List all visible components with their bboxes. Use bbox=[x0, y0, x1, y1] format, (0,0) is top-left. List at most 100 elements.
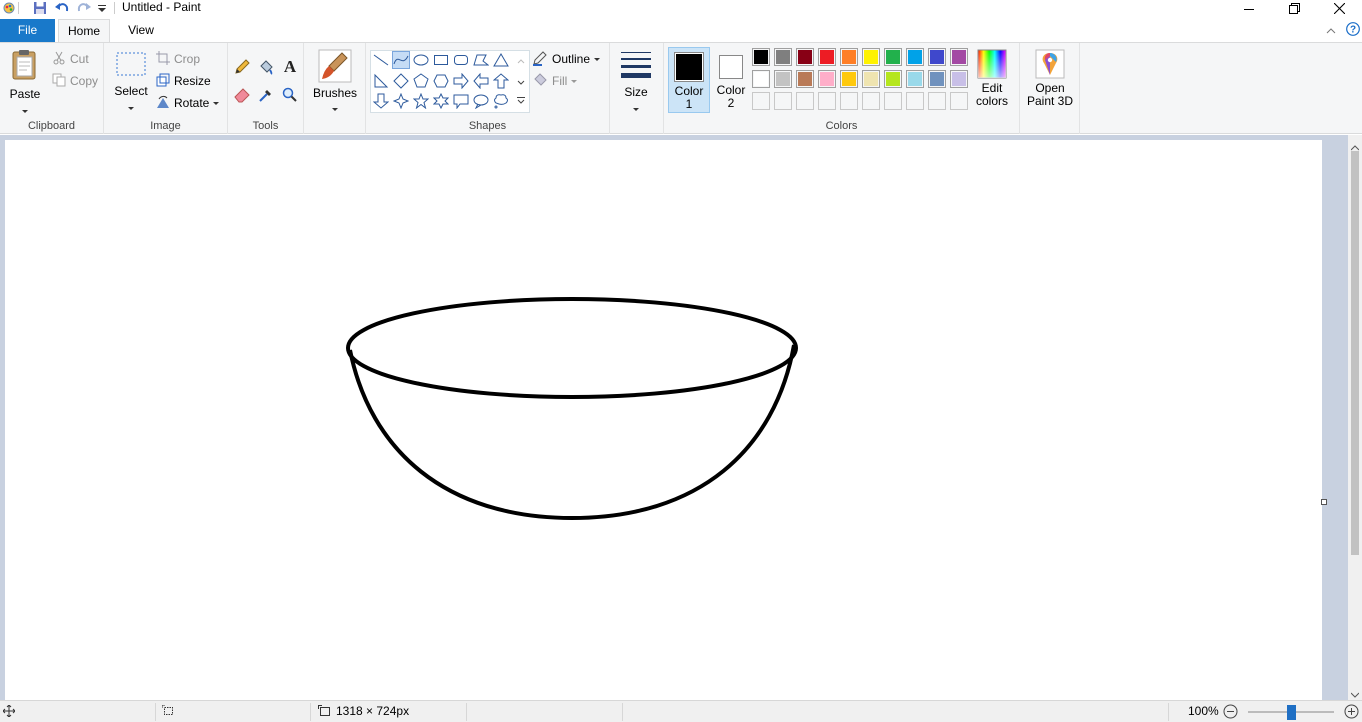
redo-icon[interactable] bbox=[76, 0, 92, 16]
tab-home[interactable]: Home bbox=[58, 19, 110, 42]
palette-swatch[interactable] bbox=[884, 70, 902, 88]
shape-triangle-icon[interactable] bbox=[492, 51, 510, 69]
help-icon[interactable]: ? bbox=[1346, 22, 1360, 39]
cut-button[interactable]: Cut bbox=[52, 50, 89, 68]
shape-line-icon[interactable] bbox=[372, 51, 390, 69]
fill-bucket-icon[interactable] bbox=[258, 59, 274, 78]
custom-color-slot[interactable] bbox=[818, 92, 836, 110]
size-dropdown-icon[interactable] bbox=[618, 101, 654, 114]
shape-pentagon-icon[interactable] bbox=[412, 72, 430, 90]
select-button[interactable]: Select bbox=[112, 51, 150, 113]
color2-button[interactable]: Color 2 bbox=[712, 47, 750, 113]
paint-app-icon[interactable] bbox=[2, 0, 16, 16]
color-picker-icon[interactable] bbox=[258, 87, 274, 106]
save-icon[interactable] bbox=[33, 0, 47, 16]
resize-button[interactable]: Resize bbox=[156, 72, 211, 90]
restore-button[interactable] bbox=[1271, 0, 1317, 16]
pencil-icon[interactable] bbox=[234, 59, 250, 78]
custom-color-slot[interactable] bbox=[796, 92, 814, 110]
text-icon[interactable]: A bbox=[282, 57, 298, 78]
palette-swatch[interactable] bbox=[752, 48, 770, 66]
custom-color-slot[interactable] bbox=[840, 92, 858, 110]
undo-icon[interactable] bbox=[54, 0, 70, 16]
paste-dropdown-icon[interactable] bbox=[6, 103, 44, 116]
palette-swatch[interactable] bbox=[774, 48, 792, 66]
paste-button[interactable]: Paste bbox=[6, 49, 44, 116]
scroll-down-icon[interactable] bbox=[1350, 687, 1360, 701]
palette-swatch[interactable] bbox=[796, 70, 814, 88]
palette-swatch[interactable] bbox=[840, 48, 858, 66]
palette-swatch[interactable] bbox=[840, 70, 858, 88]
eraser-icon[interactable] bbox=[234, 87, 250, 106]
canvas-resize-handle[interactable] bbox=[1321, 499, 1327, 505]
magnifier-icon[interactable] bbox=[282, 87, 298, 106]
palette-swatch[interactable] bbox=[928, 70, 946, 88]
close-button[interactable] bbox=[1316, 0, 1362, 16]
outline-dropdown-icon[interactable] bbox=[594, 57, 601, 61]
palette-swatch[interactable] bbox=[752, 70, 770, 88]
rotate-dropdown-icon[interactable] bbox=[213, 101, 220, 105]
copy-button[interactable]: Copy bbox=[52, 72, 98, 90]
vertical-scrollbar[interactable] bbox=[1348, 135, 1362, 700]
outline-button[interactable]: Outline bbox=[532, 50, 601, 68]
customize-quick-access-icon[interactable] bbox=[98, 0, 106, 16]
shape-six-point-star-icon[interactable] bbox=[432, 92, 450, 110]
shape-oval-icon[interactable] bbox=[412, 51, 430, 69]
minimize-ribbon-icon[interactable] bbox=[1326, 24, 1336, 38]
edit-colors-button[interactable]: Edit colors bbox=[974, 49, 1010, 108]
shape-hexagon-icon[interactable] bbox=[432, 72, 450, 90]
custom-color-slot[interactable] bbox=[928, 92, 946, 110]
shape-up-arrow-icon[interactable] bbox=[492, 72, 510, 90]
select-dropdown-icon[interactable] bbox=[112, 100, 150, 113]
tab-view[interactable]: View bbox=[116, 19, 166, 42]
shape-curve-icon[interactable] bbox=[392, 51, 410, 69]
shape-polygon-icon[interactable] bbox=[472, 51, 490, 69]
palette-swatch[interactable] bbox=[928, 48, 946, 66]
size-button[interactable]: Size bbox=[618, 51, 654, 114]
palette-swatch[interactable] bbox=[774, 70, 792, 88]
shape-five-point-star-icon[interactable] bbox=[412, 92, 430, 110]
open-paint3d-button[interactable]: Open Paint 3D bbox=[1026, 49, 1074, 108]
brushes-dropdown-icon[interactable] bbox=[313, 101, 357, 114]
zoom-out-icon[interactable] bbox=[1223, 704, 1238, 722]
crop-button[interactable]: Crop bbox=[156, 50, 200, 68]
rotate-button[interactable]: Rotate bbox=[156, 94, 220, 112]
shape-rect-callout-icon[interactable] bbox=[452, 92, 470, 110]
custom-color-slot[interactable] bbox=[774, 92, 792, 110]
palette-swatch[interactable] bbox=[818, 48, 836, 66]
palette-swatch[interactable] bbox=[950, 48, 968, 66]
palette-swatch[interactable] bbox=[862, 70, 880, 88]
shape-cloud-callout-icon[interactable] bbox=[492, 92, 510, 110]
fill-button[interactable]: Fill bbox=[532, 72, 578, 90]
shape-oval-callout-icon[interactable] bbox=[472, 92, 490, 110]
shape-left-arrow-icon[interactable] bbox=[472, 72, 490, 90]
custom-color-slot[interactable] bbox=[906, 92, 924, 110]
palette-swatch[interactable] bbox=[862, 48, 880, 66]
minimize-button[interactable] bbox=[1226, 0, 1272, 16]
palette-swatch[interactable] bbox=[950, 70, 968, 88]
custom-color-slot[interactable] bbox=[950, 92, 968, 110]
shape-rounded-rectangle-icon[interactable] bbox=[452, 51, 470, 69]
zoom-in-icon[interactable] bbox=[1344, 704, 1359, 722]
shapes-scroll[interactable] bbox=[514, 51, 528, 112]
shape-down-arrow-icon[interactable] bbox=[372, 92, 390, 110]
tab-file[interactable]: File bbox=[0, 19, 55, 42]
palette-swatch[interactable] bbox=[906, 70, 924, 88]
shape-rectangle-icon[interactable] bbox=[432, 51, 450, 69]
scroll-thumb[interactable] bbox=[1351, 151, 1359, 555]
color1-button[interactable]: Color 1 bbox=[668, 47, 710, 113]
zoom-slider-thumb[interactable] bbox=[1287, 705, 1296, 720]
palette-swatch[interactable] bbox=[906, 48, 924, 66]
shape-four-point-star-icon[interactable] bbox=[392, 92, 410, 110]
custom-color-slot[interactable] bbox=[862, 92, 880, 110]
fill-dropdown-icon[interactable] bbox=[571, 79, 578, 83]
palette-swatch[interactable] bbox=[818, 70, 836, 88]
custom-color-slot[interactable] bbox=[884, 92, 902, 110]
shape-diamond-icon[interactable] bbox=[392, 72, 410, 90]
drawing-canvas[interactable] bbox=[5, 140, 1322, 700]
custom-color-slot[interactable] bbox=[752, 92, 770, 110]
brushes-button[interactable]: Brushes bbox=[313, 49, 357, 114]
shape-right-arrow-icon[interactable] bbox=[452, 72, 470, 90]
palette-swatch[interactable] bbox=[884, 48, 902, 66]
shape-right-triangle-icon[interactable] bbox=[372, 72, 390, 90]
